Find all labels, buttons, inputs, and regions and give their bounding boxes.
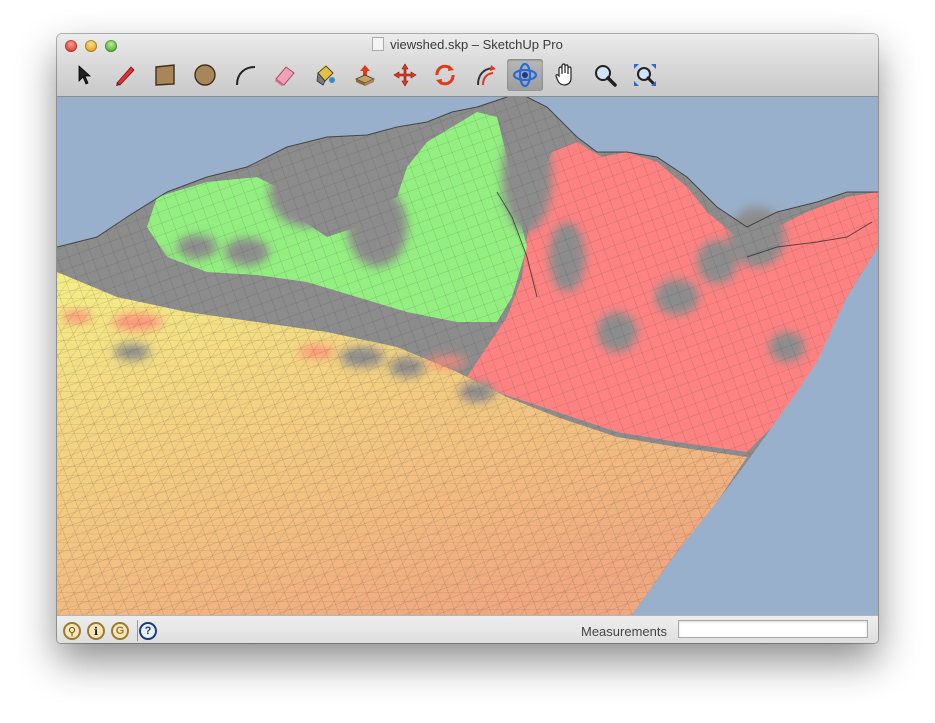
- measurements-label: Measurements: [581, 624, 667, 639]
- window-title-text: viewshed.skp – SketchUp Pro: [390, 37, 563, 52]
- sketchup-window: viewshed.skp – SketchUp Pro ⚲ ℹ G ? Meas…: [57, 34, 878, 643]
- zoom-tool-button[interactable]: [587, 59, 623, 91]
- window-title: viewshed.skp – SketchUp Pro: [57, 37, 878, 52]
- orbit-tool-button[interactable]: [507, 59, 543, 91]
- push-pull-tool-button[interactable]: [347, 59, 383, 91]
- orbit-icon: [512, 62, 538, 88]
- pan-tool-button[interactable]: [547, 59, 583, 91]
- rotate-tool-button[interactable]: [427, 59, 463, 91]
- arc-icon: [236, 66, 256, 86]
- zoom-extents-icon: [634, 64, 656, 86]
- offset-icon: [477, 65, 496, 86]
- rotate-icon: [435, 64, 455, 86]
- rectangle-tool-button[interactable]: [147, 59, 183, 91]
- arc-tool-button[interactable]: [227, 59, 263, 91]
- terrain-viewshed-model: [57, 97, 878, 615]
- move-icon: [393, 63, 417, 87]
- rectangle-icon: [155, 64, 175, 86]
- circle-icon: [194, 64, 216, 86]
- push-pull-icon: [355, 65, 375, 86]
- status-separator: [137, 620, 138, 641]
- pan-hand-icon: [555, 63, 572, 86]
- title-bar: viewshed.skp – SketchUp Pro: [57, 34, 878, 97]
- eraser-icon: [275, 66, 295, 86]
- status-bar: ⚲ ℹ G ? Measurements: [57, 615, 878, 643]
- zoom-extents-tool-button[interactable]: [627, 59, 663, 91]
- geo-location-icon[interactable]: ⚲: [63, 622, 81, 640]
- eraser-tool-button[interactable]: [267, 59, 303, 91]
- document-icon: [372, 37, 385, 51]
- main-toolbar: [67, 58, 667, 92]
- offset-tool-button[interactable]: [467, 59, 503, 91]
- move-tool-button[interactable]: [387, 59, 423, 91]
- credits-icon[interactable]: ℹ: [87, 622, 105, 640]
- paint-bucket-icon: [316, 65, 335, 86]
- select-tool-button[interactable]: [67, 59, 103, 91]
- paint-bucket-tool-button[interactable]: [307, 59, 343, 91]
- help-icon[interactable]: ?: [139, 622, 157, 640]
- circle-tool-button[interactable]: [187, 59, 223, 91]
- pencil-icon: [116, 66, 135, 86]
- zoom-magnifier-icon: [595, 65, 617, 87]
- select-arrow-icon: [78, 65, 92, 85]
- line-tool-button[interactable]: [107, 59, 143, 91]
- google-sign-in-icon[interactable]: G: [111, 622, 129, 640]
- model-viewport[interactable]: [57, 97, 878, 615]
- measurements-input[interactable]: [678, 620, 868, 638]
